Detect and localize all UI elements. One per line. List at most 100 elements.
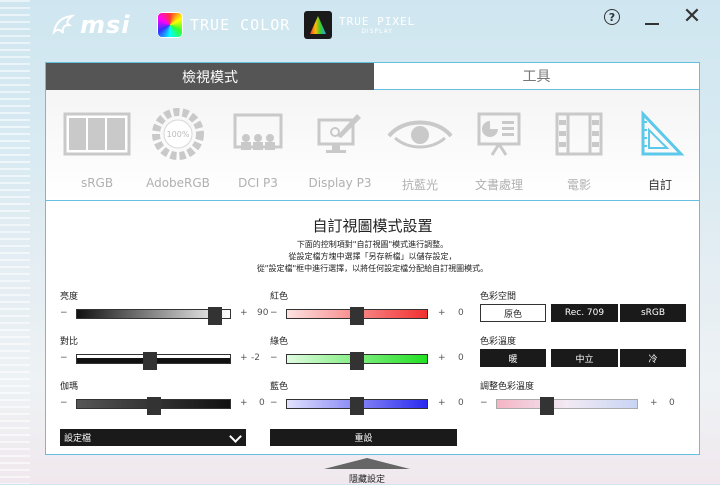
blue-increase[interactable]: + [438,398,446,408]
color-temp-warm-button[interactable]: 暖 [480,349,546,367]
srgb-panels-icon [63,112,131,156]
color-space-label: 色彩空間 [480,292,517,302]
green-thumb[interactable] [350,352,364,370]
blue-label: 藍色 [270,382,289,392]
profile-dropdown-label: 設定檔 [64,434,92,444]
mode-label: 抗藍光 [401,178,438,192]
red-thumb[interactable] [350,307,364,325]
mode-dci-p3[interactable]: DCI P3 [218,104,298,190]
color-temp-neutral-button[interactable]: 中立 [551,349,618,367]
close-icon: ✕ [682,4,702,29]
gamma-slider[interactable] [76,397,231,415]
gamma-value: 0 [259,398,265,408]
red-slider[interactable] [286,307,428,325]
mode-adobergb[interactable]: 100% AdobeRGB [138,104,218,190]
brightness-increase[interactable]: + [240,308,248,318]
brightness-slider[interactable] [76,307,231,325]
red-decrease[interactable]: − [270,308,278,318]
blue-slider-row: − + 0 [270,396,470,415]
minimize-button[interactable] [640,6,664,28]
profile-dropdown[interactable]: 設定檔 [60,429,246,446]
true-pixel-subtext: DISPLAY [361,27,393,35]
tone-increase[interactable]: + [650,398,658,408]
tab-view-mode[interactable]: 檢視模式 [46,63,374,90]
mode-custom[interactable]: 自訂 [620,104,700,193]
mode-display-p3[interactable]: Display P3 [300,104,380,190]
contrast-slider[interactable] [76,352,231,370]
blue-value: 0 [458,398,464,408]
chevron-down-icon [229,430,242,443]
tone-value: 0 [669,398,675,408]
red-label: 紅色 [270,292,289,302]
contrast-label: 對比 [60,337,79,347]
msi-dragon-icon [52,14,76,36]
color-temp-cool-button[interactable]: 冷 [620,349,686,367]
title-bar: msi TRUE COLOR TRUE PIXEL DISPLAY ? ✕ [0,0,720,50]
contrast-increase[interactable]: + [240,353,248,363]
custom-ruler-icon [641,110,685,156]
tone-thumb[interactable] [540,397,555,415]
true-pixel-icon [304,11,332,39]
tone-label: 調整色彩溫度 [480,382,535,392]
contrast-thumb[interactable] [143,352,158,370]
help-button[interactable]: ? [600,6,624,28]
green-value: 0 [458,353,464,363]
mode-label: AdobeRGB [146,176,210,190]
color-space-rec709-button[interactable]: Rec. 709 [551,304,618,322]
msi-logo: msi [50,10,131,40]
blue-decrease[interactable]: − [270,398,278,408]
mode-movie[interactable]: 電影 [539,104,619,193]
view-mode-list: sRGB 100% AdobeRGB DCI P3 Display P3 抗藍光… [46,90,699,201]
mode-label: 電影 [566,178,591,192]
tab-tools[interactable]: 工具 [374,63,699,90]
green-slider-row: − + 0 [270,351,470,370]
reset-button[interactable]: 重設 [270,429,457,446]
gamma-decrease[interactable]: − [60,398,68,408]
gamma-slider-row: − + 0 [60,396,265,415]
tone-decrease[interactable]: − [480,398,488,408]
mode-label: DCI P3 [238,176,278,190]
mode-label: 自訂 [647,178,672,192]
tone-slider[interactable] [496,397,638,415]
help-icon: ? [604,9,620,25]
collapse-arrow-icon [324,458,410,469]
tone-slider-row: − + 0 [480,396,690,415]
green-label: 綠色 [270,337,289,347]
green-decrease[interactable]: − [270,353,278,363]
brightness-slider-row: − + 90 [60,306,268,325]
red-value: 0 [458,308,464,318]
red-increase[interactable]: + [438,308,446,318]
window-edge-stripes [0,0,30,484]
blue-thumb[interactable] [350,397,364,415]
mode-srgb[interactable]: sRGB [57,104,137,190]
settings-description: 下面的控制項對"自訂視圖"模式進行調整。 從設定檔方塊中選擇「另存新檔」以儲存設… [256,240,489,273]
color-temp-label: 色彩溫度 [480,337,517,347]
red-slider-row: − + 0 [270,306,470,325]
minimize-icon [645,23,659,25]
adobergb-100-icon: 100% [152,108,204,160]
film-icon [555,112,603,156]
color-space-native-button[interactable]: 原色 [480,304,546,322]
green-slider[interactable] [286,352,428,370]
gamma-label: 伽瑪 [60,382,79,392]
true-pixel-logo: TRUE PIXEL DISPLAY [304,10,415,40]
hide-settings-toggle[interactable]: 隱藏設定 [324,458,410,485]
brightness-decrease[interactable]: − [60,308,68,318]
mode-office[interactable]: 文書處理 [459,104,539,193]
blue-slider[interactable] [286,397,428,415]
green-increase[interactable]: + [438,353,446,363]
brightness-thumb[interactable] [207,307,222,325]
true-color-logo: TRUE COLOR [157,10,290,40]
cinema-icon [233,113,283,150]
close-button[interactable]: ✕ [680,6,704,28]
contrast-decrease[interactable]: − [60,353,68,363]
true-pixel-text: TRUE PIXEL [339,14,416,28]
contrast-value: -2 [251,353,260,363]
mode-label: 文書處理 [474,178,523,192]
brightness-label: 亮度 [60,292,79,302]
mode-anti-blue[interactable]: 抗藍光 [380,104,460,193]
color-space-srgb-button[interactable]: sRGB [620,304,686,322]
gamma-increase[interactable]: + [240,398,248,408]
main-panel: 檢視模式 工具 sRGB 100% AdobeRGB DCI P3 Displa… [45,62,700,455]
gamma-thumb[interactable] [146,397,161,415]
